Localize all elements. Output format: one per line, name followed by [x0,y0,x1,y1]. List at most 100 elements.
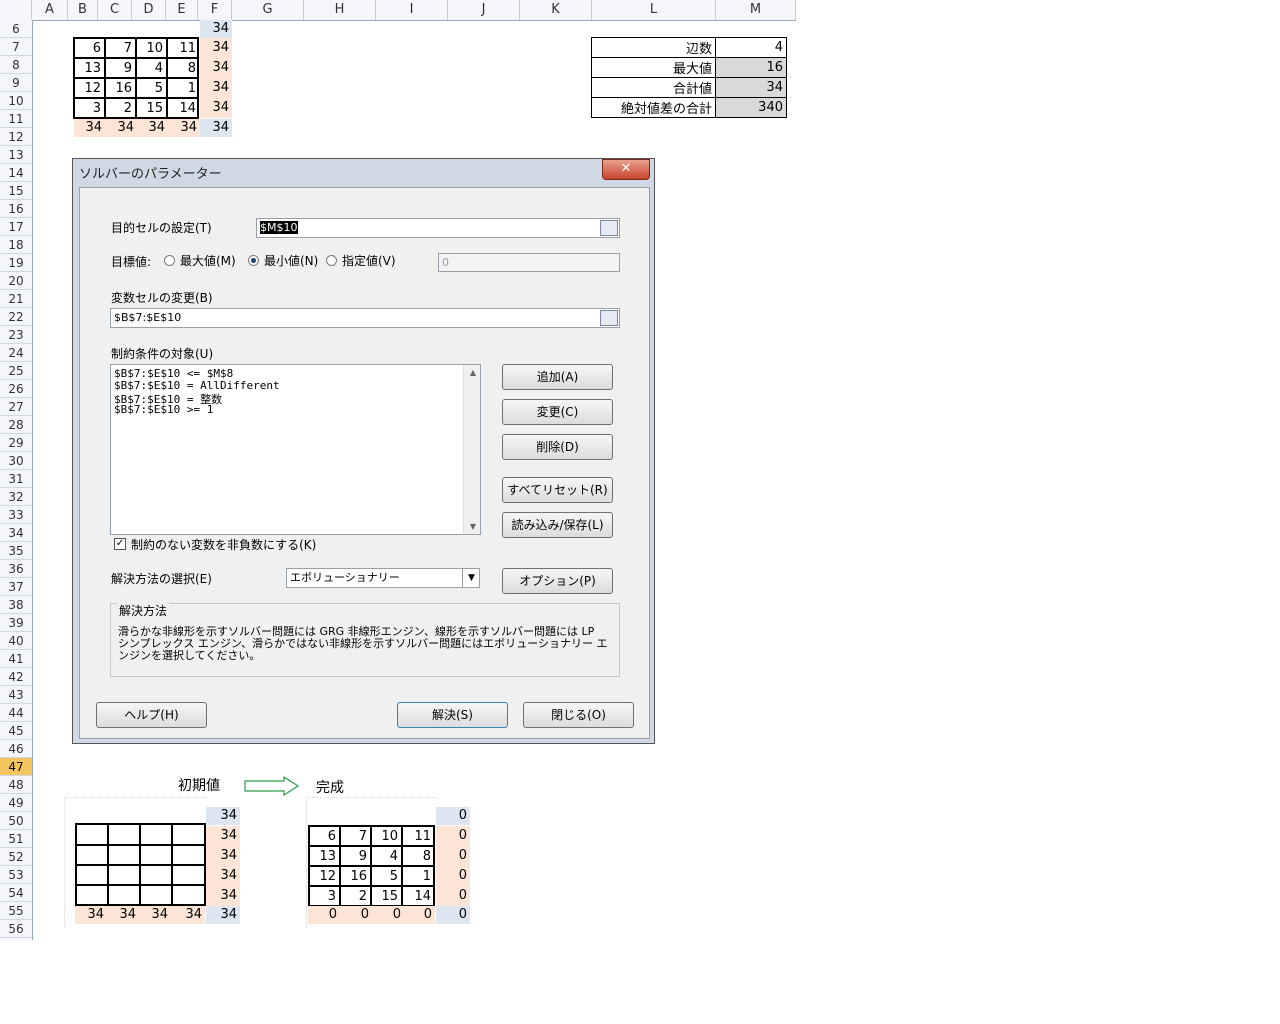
column-header-l[interactable]: L [592,0,716,20]
square-cell[interactable]: 10 [372,827,403,847]
col-sum-cell[interactable]: 34 [75,906,107,924]
square-cell[interactable]: 1 [403,867,434,887]
column-header-b[interactable]: B [68,0,98,20]
collapse-ref-icon[interactable] [600,310,618,326]
square-cell[interactable]: 2 [341,887,372,907]
row-header-52[interactable]: 52 [0,848,32,866]
method-select[interactable]: エボリューショナリー [286,568,480,588]
square-cell[interactable]: 8 [403,847,434,867]
summary-label[interactable]: 最大値 [591,57,716,78]
row-header-45[interactable]: 45 [0,722,32,740]
initial-top-sum[interactable]: 34 [206,807,240,825]
changing-input[interactable]: $B$7:$E$10 [110,308,620,328]
row-sum-cell[interactable]: 34 [206,826,240,846]
row-sum-cell[interactable]: 34 [200,58,232,78]
square-cell[interactable]: 5 [372,867,403,887]
row-header-16[interactable]: 16 [0,200,32,218]
square-cell[interactable]: 8 [168,59,199,79]
scroll-down-icon[interactable]: ▼ [470,522,476,531]
help-button[interactable]: ヘルプ(H) [96,702,207,728]
row-header-15[interactable]: 15 [0,182,32,200]
column-header-e[interactable]: E [166,0,198,20]
chevron-down-icon[interactable]: ▼ [462,569,480,587]
summary-label[interactable]: 辺数 [591,37,716,58]
row-sum-cell[interactable]: 34 [206,846,240,866]
change-button[interactable]: 変更(C) [502,399,613,425]
square-cell[interactable]: 7 [341,827,372,847]
row-header-55[interactable]: 55 [0,902,32,920]
column-header-k[interactable]: K [520,0,592,20]
summary-value[interactable]: 34 [715,77,787,98]
row-header-29[interactable]: 29 [0,434,32,452]
row-header-25[interactable]: 25 [0,362,32,380]
row-header-41[interactable]: 41 [0,650,32,668]
row-header-31[interactable]: 31 [0,470,32,488]
reset-all-button[interactable]: すべてリセット(R) [502,477,613,503]
col-sum-cell[interactable]: 34 [105,119,137,137]
done-top-sum[interactable]: 0 [436,807,470,825]
row-header-38[interactable]: 38 [0,596,32,614]
scroll-up-icon[interactable]: ▲ [470,368,476,377]
row-header-53[interactable]: 53 [0,866,32,884]
col-sum-cell[interactable]: 34 [137,119,168,137]
row-header-46[interactable]: 46 [0,740,32,758]
row-header-9[interactable]: 9 [0,74,32,92]
square-cell[interactable]: 12 [310,867,341,887]
row-header-39[interactable]: 39 [0,614,32,632]
summary-value[interactable]: 4 [715,37,787,58]
col-sum-cell[interactable]: 34 [139,906,171,924]
row-header-42[interactable]: 42 [0,668,32,686]
row-header-34[interactable]: 34 [0,524,32,542]
row-header-33[interactable]: 33 [0,506,32,524]
max-radio[interactable] [164,255,175,266]
checkbox-checked-icon[interactable]: ✓ [114,538,126,550]
initial-corner-sum[interactable]: 34 [206,906,240,924]
col-sum-cell[interactable]: 34 [171,906,205,924]
options-button[interactable]: オプション(P) [502,568,613,594]
column-header-j[interactable]: J [448,0,520,20]
row-header-21[interactable]: 21 [0,290,32,308]
top-sum-header[interactable]: 34 [200,20,232,38]
done-corner-sum[interactable]: 0 [436,906,470,924]
column-header-f[interactable]: F [198,0,232,20]
row-header-28[interactable]: 28 [0,416,32,434]
row-header-44[interactable]: 44 [0,704,32,722]
row-header-20[interactable]: 20 [0,272,32,290]
col-sum-cell[interactable]: 34 [107,906,139,924]
row-sum-cell[interactable]: 34 [200,38,232,58]
col-sum-cell[interactable]: 34 [74,119,105,137]
row-sum-cell[interactable]: 0 [436,846,470,866]
collapse-ref-icon[interactable] [600,220,618,236]
row-header-30[interactable]: 30 [0,452,32,470]
summary-value[interactable]: 16 [715,57,787,78]
column-header-m[interactable]: M [716,0,796,20]
diag-sum-cell[interactable]: 34 [200,119,232,137]
row-sum-cell[interactable]: 34 [200,78,232,98]
summary-label[interactable]: 絶対値差の合計 [591,97,716,118]
square-cell[interactable]: 10 [137,39,168,59]
row-header-32[interactable]: 32 [0,488,32,506]
square-cell[interactable]: 4 [137,59,168,79]
square-cell[interactable]: 6 [75,39,106,59]
square-cell[interactable]: 14 [168,99,199,119]
row-header-49[interactable]: 49 [0,794,32,812]
select-all-corner[interactable] [0,0,32,20]
square-cell[interactable]: 3 [310,887,341,907]
square-cell[interactable]: 14 [403,887,434,907]
row-header-10[interactable]: 10 [0,92,32,110]
row-header-43[interactable]: 43 [0,686,32,704]
load-save-button[interactable]: 読み込み/保存(L) [502,512,613,538]
row-sum-cell[interactable]: 0 [436,866,470,886]
column-header-d[interactable]: D [132,0,166,20]
square-cell[interactable]: 4 [372,847,403,867]
row-header-14[interactable]: 14 [0,164,32,182]
row-sum-cell[interactable]: 0 [436,886,470,906]
column-header-g[interactable]: G [232,0,304,20]
row-header-17[interactable]: 17 [0,218,32,236]
close-button[interactable]: 閉じる(O) [523,702,634,728]
row-sum-cell[interactable]: 34 [206,886,240,906]
row-header-11[interactable]: 11 [0,110,32,128]
row-header-36[interactable]: 36 [0,560,32,578]
add-button[interactable]: 追加(A) [502,364,613,390]
square-cell[interactable]: 13 [75,59,106,79]
